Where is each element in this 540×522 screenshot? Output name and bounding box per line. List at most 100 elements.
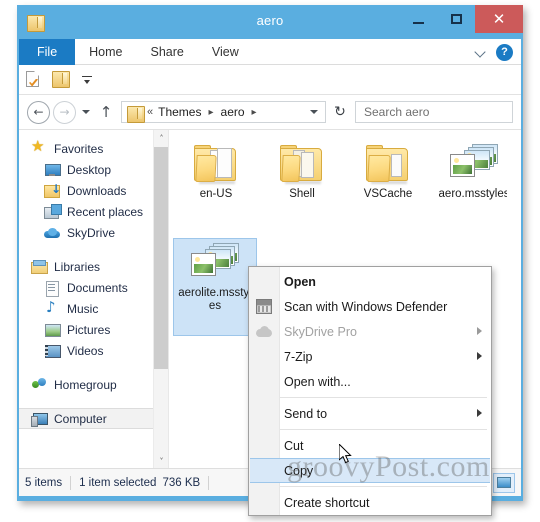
file-item-aerolite-msstyles[interactable]: aerolite.msstyles [173,238,257,336]
address-bar: ← → ↑ « Themes ▸ aero ▸ ↻ Search aero ⚲ [19,95,521,142]
file-name: aero.msstyles [438,188,510,200]
scroll-up-icon[interactable]: ˄ [154,130,168,146]
file-item-vscache[interactable]: VSCache [345,140,431,238]
new-item-icon[interactable] [24,70,44,90]
content-scrollbar[interactable] [507,130,521,468]
properties-folder-icon[interactable] [52,70,72,90]
menu-item-open[interactable]: Open [249,269,491,294]
back-button[interactable]: ← [27,100,50,124]
ribbon-tab-list: File Home Share View [19,39,521,65]
scrollbar-thumb[interactable] [154,147,168,369]
menu-separator [280,397,487,398]
sidebar-item-label: Pictures [67,322,111,337]
breadcrumb-item-themes[interactable]: Themes [156,105,203,119]
tab-share[interactable]: Share [137,39,198,65]
sidebar-item-homegroup[interactable]: Homegroup [19,374,168,395]
menu-item-skydrive-pro: SkyDrive Pro [249,319,491,344]
file-name: Shell [289,188,315,200]
chevron-down-icon[interactable] [306,102,322,122]
sidebar-item-label: Libraries [54,259,101,274]
maximize-button[interactable] [437,5,475,33]
minimize-button[interactable] [399,5,437,33]
folder-icon [193,144,239,184]
breadcrumb[interactable]: « Themes ▸ aero ▸ [121,101,326,123]
selection-size-label: 736 KB [162,476,201,489]
file-item-shell[interactable]: Shell [259,140,345,238]
sidebar-item-label: Desktop [67,162,112,177]
customize-dropdown-icon[interactable] [80,72,94,88]
menu-item-label: Create shortcut [284,495,370,510]
breadcrumb-folder-icon [127,105,145,123]
menu-separator [280,486,487,487]
folder-icon [365,144,411,184]
large-icons-view-icon[interactable] [493,472,515,493]
homegroup-icon [31,377,48,393]
sidebar-item-label: Homegroup [54,377,117,392]
title-bar: aero ✕ [17,5,523,39]
tab-home[interactable]: Home [75,39,136,65]
file-item-en-us[interactable]: en-US [173,140,259,238]
desktop-icon [44,162,61,178]
sidebar-item-desktop[interactable]: Desktop [19,159,168,180]
breadcrumb-separator-1[interactable]: ▸ [203,107,218,118]
breadcrumb-item-aero[interactable]: aero [219,105,247,119]
submenu-arrow-icon [477,327,482,335]
sidebar-item-favorites[interactable]: Favorites [19,137,168,159]
sidebar-item-pictures[interactable]: Pictures [19,319,168,340]
up-button[interactable]: ↑ [96,101,116,123]
menu-item-create-shortcut[interactable]: Create shortcut [249,490,491,515]
breadcrumb-separator-2[interactable]: ▸ [247,107,262,118]
sidebar-item-skydrive[interactable]: SkyDrive [19,222,168,243]
file-item-aero-msstyles[interactable]: aero.msstyles [431,140,517,238]
sidebar-item-libraries[interactable]: Libraries [19,256,168,277]
breadcrumb-root-separator[interactable]: « [146,106,156,118]
tab-view[interactable]: View [198,39,253,65]
sidebar-item-music[interactable]: Music [19,298,168,319]
search-placeholder: Search aero [364,105,430,119]
ribbon-right-controls: ? [475,39,517,65]
menu-item-label: SkyDrive Pro [284,324,357,339]
recent-locations-icon[interactable] [79,102,94,122]
watermark: groovyPost.com [287,450,490,483]
menu-item-send-to[interactable]: Send to [249,401,491,426]
skydrive-icon [44,225,61,241]
recent-places-icon [44,203,62,220]
ribbon-tabs-bar: File Home Share View ? [19,39,521,65]
pictures-icon [44,322,61,338]
forward-button[interactable]: → [53,100,76,124]
file-name: VSCache [363,188,413,200]
chevron-down-icon[interactable] [475,46,487,58]
sidebar-item-downloads[interactable]: Downloads [19,180,168,201]
msstyles-file-icon [191,243,239,283]
menu-item-7-zip[interactable]: 7-Zip [249,344,491,369]
sidebar-item-videos[interactable]: Videos [19,340,168,361]
sidebar-item-label: Recent places [67,204,144,219]
computer-icon [31,411,48,427]
refresh-button[interactable]: ↻ [329,101,351,123]
search-input[interactable]: Search aero ⚲ [355,101,513,142]
menu-item-label: Scan with Windows Defender [284,299,448,314]
menu-item-delete[interactable]: Delete [249,515,491,516]
menu-item-label: Send to [284,406,328,421]
scroll-down-icon[interactable]: ˅ [154,453,168,469]
file-name: en-US [199,188,233,200]
close-button[interactable]: ✕ [475,5,523,33]
menu-item-open-with[interactable]: Open with... [249,369,491,394]
menu-item-scan-with-windows-defender[interactable]: Scan with Windows Defender [249,294,491,319]
menu-item-label: 7-Zip [284,349,313,364]
sidebar-item-label: Downloads [67,183,127,198]
sidebar-item-computer[interactable]: Computer [19,408,168,429]
navigation-scrollbar[interactable]: ˄ ˅ [153,130,168,469]
sidebar-item-documents[interactable]: Documents [19,277,168,298]
navigation-pane: Favorites Desktop Downloads Recent place… [19,130,169,469]
cloud-icon [256,324,272,339]
menu-item-label: Open [284,274,316,289]
help-icon[interactable]: ? [496,43,513,61]
sidebar-item-label: Computer [54,411,107,426]
sidebar-item-recent-places[interactable]: Recent places [19,201,168,222]
tab-file[interactable]: File [19,39,76,65]
window-controls: ✕ [399,5,523,33]
